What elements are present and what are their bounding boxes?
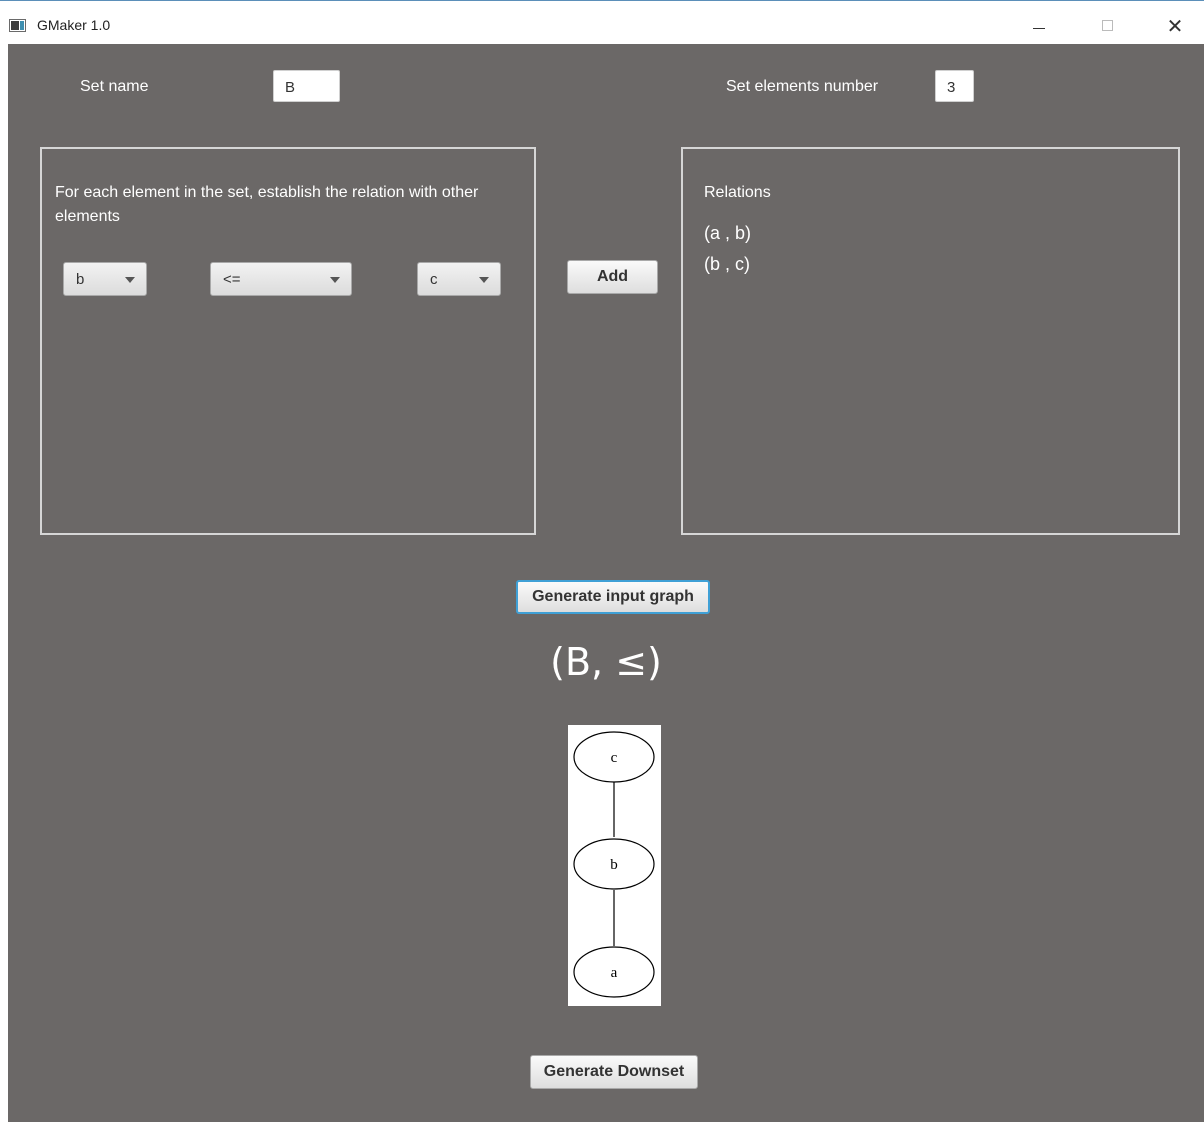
app-content: Set name B Set elements number 3 For eac… (8, 44, 1204, 1122)
app-icon (9, 19, 26, 32)
window-titlebar: GMaker 1.0 ✕ (0, 0, 1204, 44)
app-icon-accent (20, 21, 24, 30)
minimize-button[interactable] (1015, 11, 1061, 41)
set-elements-input[interactable]: 3 (935, 70, 974, 102)
chevron-down-icon (330, 277, 340, 283)
relation-item: (a , b) (704, 223, 752, 243)
right-element-select[interactable]: c (417, 262, 501, 296)
graph-node-label: a (611, 965, 618, 981)
window-title: GMaker 1.0 (37, 17, 111, 33)
hasse-diagram: c b a (568, 725, 661, 1006)
generate-downset-button[interactable]: Generate Downset (530, 1055, 698, 1089)
set-name-label: Set name (80, 78, 149, 95)
left-element-select[interactable]: b (63, 262, 147, 296)
minimize-icon (1033, 28, 1045, 29)
maximize-button[interactable] (1085, 11, 1131, 41)
graph-node-label: b (610, 857, 618, 873)
relation-builder-panel: For each element in the set, establish t… (40, 147, 536, 535)
set-elements-label: Set elements number (726, 78, 879, 95)
close-icon: ✕ (1166, 14, 1184, 38)
set-name-input[interactable]: B (273, 70, 340, 102)
relations-panel: Relations (a , b) (b , c) (681, 147, 1180, 535)
chevron-down-icon (125, 277, 135, 283)
operator-value: <= (223, 271, 241, 288)
app-icon-fill (11, 21, 19, 30)
poset-label: (B, ≤) (550, 640, 662, 684)
relation-instruction: For each element in the set, establish t… (55, 184, 479, 225)
right-element-value: c (430, 271, 438, 288)
hasse-diagram-svg: c b a (573, 731, 655, 998)
left-element-value: b (76, 271, 85, 288)
relations-title: Relations (704, 184, 771, 201)
graph-node-label: c (611, 750, 618, 766)
add-relation-button[interactable]: Add (567, 260, 658, 294)
operator-select[interactable]: <= (210, 262, 352, 296)
generate-input-graph-button[interactable]: Generate input graph (516, 580, 710, 614)
close-button[interactable]: ✕ (1152, 11, 1198, 41)
maximize-icon (1102, 20, 1113, 31)
chevron-down-icon (479, 277, 489, 283)
relation-item: (b , c) (704, 254, 751, 274)
